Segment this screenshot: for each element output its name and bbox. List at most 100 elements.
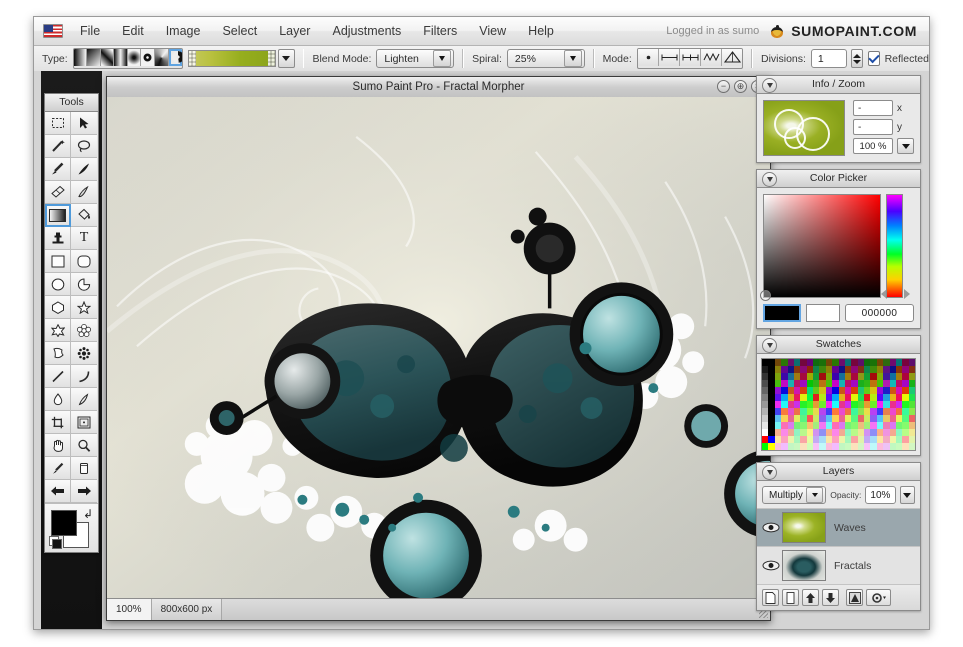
swap-colors-icon[interactable]: ↲ bbox=[83, 508, 93, 520]
reflected-checkbox[interactable] bbox=[867, 51, 880, 66]
background-swatch[interactable] bbox=[806, 304, 840, 322]
star-tool[interactable] bbox=[71, 296, 97, 319]
spiral-dropdown-button[interactable] bbox=[563, 50, 582, 67]
radial-gradient-type[interactable] bbox=[127, 49, 142, 66]
swatch-cell[interactable] bbox=[908, 422, 915, 429]
navigator-thumbnail[interactable] bbox=[763, 100, 845, 156]
swatch-cell[interactable] bbox=[908, 359, 915, 366]
eraser-tool[interactable] bbox=[45, 181, 71, 204]
swatch-cell[interactable] bbox=[908, 380, 915, 387]
stepper-down-icon[interactable] bbox=[852, 59, 861, 64]
previous-arrow-tool[interactable] bbox=[45, 480, 71, 503]
gradient-preview[interactable] bbox=[187, 50, 276, 67]
star-burst-tool[interactable] bbox=[45, 319, 71, 342]
collapse-icon[interactable] bbox=[762, 172, 777, 187]
collapse-icon[interactable] bbox=[762, 465, 777, 480]
trash-tool[interactable] bbox=[71, 457, 97, 480]
swatch-cell[interactable] bbox=[908, 394, 915, 401]
text-tool[interactable]: T bbox=[71, 227, 97, 250]
triangle-filled-mode-button[interactable] bbox=[721, 49, 743, 66]
dashed-line-mode-button[interactable] bbox=[679, 49, 701, 66]
pie-tool[interactable] bbox=[71, 273, 97, 296]
gradient-dropdown-button[interactable] bbox=[277, 49, 295, 68]
spiral-gradient-type[interactable] bbox=[168, 49, 182, 66]
swatch-cell[interactable] bbox=[908, 401, 915, 408]
linear-gradient-type[interactable] bbox=[73, 49, 88, 66]
brand-logo[interactable]: SUMOPAINT.COM bbox=[769, 23, 929, 39]
eyedropper-tool[interactable] bbox=[45, 457, 71, 480]
menu-file[interactable]: File bbox=[69, 17, 111, 45]
hex-input[interactable]: 000000 bbox=[845, 304, 914, 322]
opacity-dropdown-button[interactable] bbox=[899, 486, 915, 504]
move-layer-down-button[interactable] bbox=[822, 589, 839, 606]
hand-tool[interactable] bbox=[45, 434, 71, 457]
ellipse-tool[interactable] bbox=[45, 273, 71, 296]
swatch-cell[interactable] bbox=[908, 373, 915, 380]
collapse-icon[interactable] bbox=[762, 78, 777, 93]
zigzag-mode-button[interactable] bbox=[700, 49, 722, 66]
duplicate-layer-button[interactable] bbox=[782, 589, 799, 606]
next-arrow-tool[interactable] bbox=[71, 480, 97, 503]
menu-view[interactable]: View bbox=[468, 17, 517, 45]
layer-blend-dropdown-button[interactable] bbox=[806, 487, 824, 503]
foreground-color-chip[interactable] bbox=[51, 510, 77, 536]
layer-visibility-toggle[interactable] bbox=[760, 560, 782, 571]
menu-help[interactable]: Help bbox=[517, 17, 565, 45]
slice-tool[interactable] bbox=[71, 411, 97, 434]
layer-visibility-toggle[interactable] bbox=[760, 522, 782, 533]
maximize-button[interactable]: ⊕ bbox=[734, 80, 747, 93]
angle-gradient-type[interactable] bbox=[154, 49, 169, 66]
stepper-up-icon[interactable] bbox=[852, 53, 861, 58]
clone-stamp-tool[interactable] bbox=[45, 227, 71, 250]
new-layer-button[interactable] bbox=[762, 589, 779, 606]
divisions-stepper[interactable] bbox=[851, 49, 863, 68]
blur-drop-tool[interactable] bbox=[45, 388, 71, 411]
layer-row-fractals[interactable]: Fractals bbox=[757, 546, 920, 584]
layer-blend-mode-select[interactable]: Multiply bbox=[762, 486, 827, 504]
foreground-swatch[interactable] bbox=[763, 304, 801, 322]
swatch-cell[interactable] bbox=[908, 443, 915, 450]
canvas-area[interactable] bbox=[107, 97, 770, 599]
swatch-cell[interactable] bbox=[908, 429, 915, 436]
document-title-bar[interactable]: Sumo Paint Pro - Fractal Morpher − ⊕ × bbox=[107, 77, 770, 98]
paint-bucket-tool[interactable] bbox=[71, 204, 97, 227]
y-input[interactable]: - bbox=[853, 119, 893, 135]
menu-filters[interactable]: Filters bbox=[412, 17, 468, 45]
spiral-select[interactable]: 25% bbox=[506, 49, 585, 68]
zoom-dropdown-button[interactable] bbox=[897, 138, 914, 154]
layer-settings-button[interactable] bbox=[866, 589, 891, 606]
default-colors-icon[interactable] bbox=[49, 536, 62, 549]
swatch-cell[interactable] bbox=[908, 408, 915, 415]
move-tool[interactable] bbox=[71, 112, 97, 135]
diagonal-reverse-gradient-type[interactable] bbox=[100, 49, 115, 66]
blob-tool[interactable] bbox=[45, 342, 71, 365]
blend-mode-dropdown-button[interactable] bbox=[433, 50, 452, 67]
lasso-tool[interactable] bbox=[71, 135, 97, 158]
crop-tool[interactable] bbox=[45, 411, 71, 434]
swatch-cell[interactable] bbox=[908, 415, 915, 422]
collapse-icon[interactable] bbox=[762, 338, 777, 353]
marquee-tool[interactable] bbox=[45, 112, 71, 135]
flower-tool[interactable] bbox=[71, 319, 97, 342]
swatch-cell[interactable] bbox=[908, 387, 915, 394]
reflected-gradient-type[interactable] bbox=[114, 49, 128, 66]
swatch-cell[interactable] bbox=[908, 436, 915, 443]
line-tool[interactable] bbox=[45, 365, 71, 388]
dot-mode-button[interactable] bbox=[637, 49, 659, 66]
smudge-tool[interactable] bbox=[71, 181, 97, 204]
curve-tool[interactable] bbox=[71, 365, 97, 388]
rectangle-tool[interactable] bbox=[45, 250, 71, 273]
layer-mask-button[interactable] bbox=[846, 589, 863, 606]
zoom-tool[interactable] bbox=[71, 434, 97, 457]
paintbrush-tool[interactable] bbox=[45, 158, 71, 181]
layer-row-waves[interactable]: Waves bbox=[757, 508, 920, 546]
swatch-grid[interactable] bbox=[761, 358, 916, 451]
snowflake-tool[interactable] bbox=[71, 342, 97, 365]
radial-ring-gradient-type[interactable] bbox=[141, 49, 155, 66]
opacity-input[interactable]: 10% bbox=[865, 486, 896, 504]
diagonal-gradient-type[interactable] bbox=[87, 49, 101, 66]
menu-select[interactable]: Select bbox=[211, 17, 268, 45]
blend-mode-select[interactable]: Lighten bbox=[376, 49, 455, 68]
move-layer-up-button[interactable] bbox=[802, 589, 819, 606]
hue-slider[interactable] bbox=[886, 194, 910, 299]
